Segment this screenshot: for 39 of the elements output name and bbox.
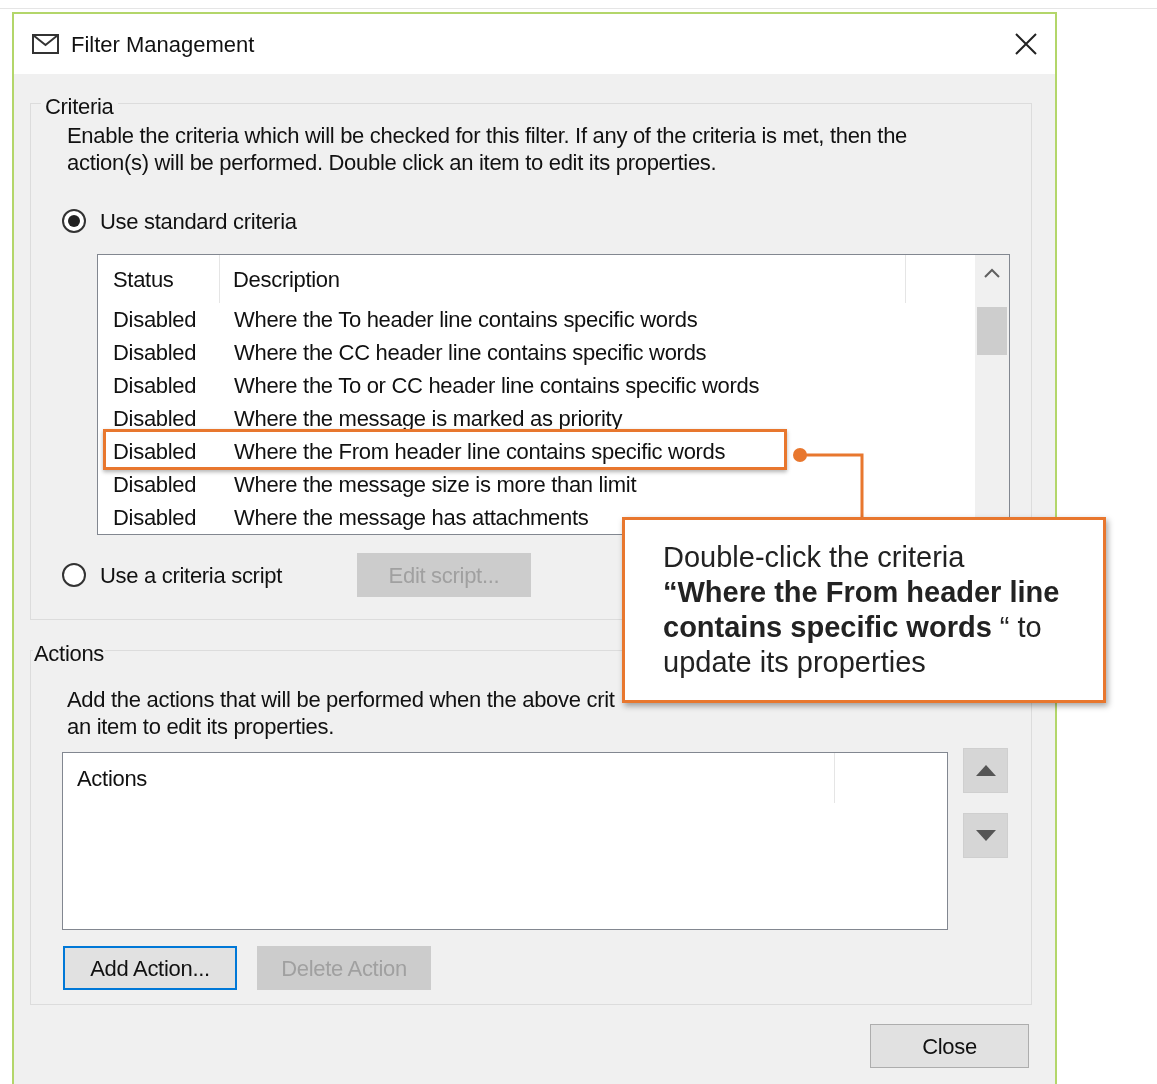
table-cell-text: Disabled bbox=[112, 306, 198, 334]
scrollbar-thumb[interactable] bbox=[977, 307, 1007, 355]
table-cell-text: Disabled bbox=[112, 372, 198, 400]
close-icon[interactable] bbox=[1015, 33, 1037, 55]
table-cell-text: Where the To header line contains specific words bbox=[233, 306, 698, 334]
table-cell-text: Disabled bbox=[112, 471, 198, 499]
column-header[interactable]: Actions bbox=[63, 753, 835, 803]
criteria-description: Enable the criteria which will be checked for this filter. If any of the criteria is met, then the action(s) will be performed. Double click an item to edit its properties. bbox=[67, 122, 907, 176]
move-down-button[interactable] bbox=[963, 813, 1008, 858]
window-title: Filter Management bbox=[71, 30, 255, 59]
table-cell-text: Where the To or CC header line contains specific words bbox=[233, 372, 760, 400]
actions-description: Add the actions that will be performed when the above crit bbox=[67, 686, 615, 713]
radio-label[interactable]: Use standard criteria bbox=[100, 204, 297, 238]
table-cell-text: Disabled bbox=[112, 339, 198, 367]
radio-button[interactable] bbox=[62, 209, 86, 233]
table-cell-text: Where the CC header line contains specific words bbox=[233, 339, 707, 367]
actions-description: an item to edit its properties. bbox=[67, 713, 335, 740]
envelope-icon bbox=[32, 34, 59, 54]
scrollbar[interactable] bbox=[975, 255, 1009, 517]
move-up-button[interactable] bbox=[963, 748, 1008, 793]
actions-list[interactable]: Actions bbox=[62, 752, 948, 930]
close-button[interactable]: Close bbox=[870, 1024, 1029, 1068]
table-cell-text: Where the From header line contains specific words bbox=[233, 438, 726, 466]
table-cell-text: Where the message is marked as priority bbox=[233, 405, 623, 433]
column-header[interactable]: Description bbox=[220, 255, 906, 303]
table-cell-text: Disabled bbox=[112, 405, 198, 433]
triangle-down-icon bbox=[975, 830, 996, 841]
radio-button[interactable] bbox=[62, 563, 86, 587]
action-button[interactable]: Add Action... bbox=[63, 946, 237, 990]
callout-text: Double-click the criteria “Where the From header line contains specific words “ to update its properties bbox=[663, 540, 1060, 680]
table-cell-text: Where the message size is more than limit bbox=[233, 471, 637, 499]
radio-label[interactable]: Use a criteria script bbox=[100, 558, 282, 592]
criteria-list[interactable] bbox=[97, 254, 1010, 535]
triangle-up-icon bbox=[975, 765, 996, 776]
chevron-up-icon[interactable] bbox=[984, 268, 1000, 278]
table-cell-text: Disabled bbox=[112, 438, 198, 466]
table-cell-text: Disabled bbox=[112, 504, 198, 532]
column-header[interactable]: Status bbox=[98, 255, 220, 303]
table-cell-text: Where the message has attachments bbox=[233, 504, 589, 532]
